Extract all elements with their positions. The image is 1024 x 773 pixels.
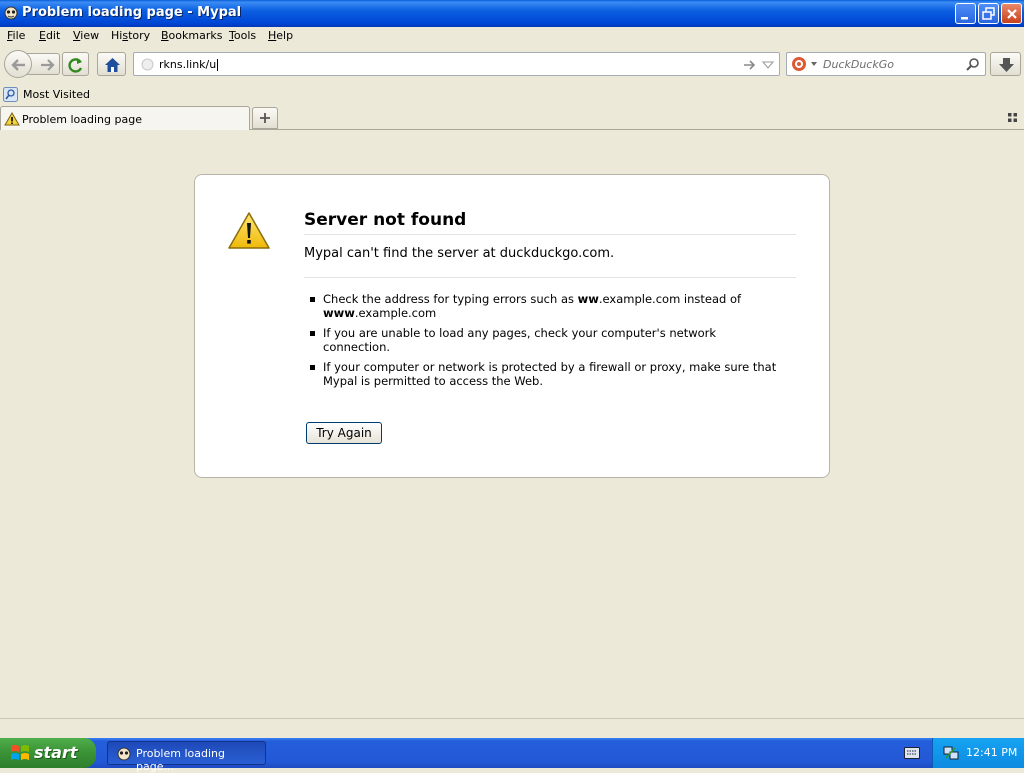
menu-history[interactable]: History xyxy=(111,29,150,42)
download-arrow-icon xyxy=(999,58,1014,72)
error-title: Server not found xyxy=(304,210,796,235)
site-identity-icon xyxy=(141,58,154,71)
url-text: rkns.link/u xyxy=(159,58,219,71)
mypal-app-icon xyxy=(117,747,131,761)
list-item: If your computer or network is protected… xyxy=(308,360,778,388)
search-placeholder: DuckDuckGo xyxy=(823,58,894,71)
reload-button[interactable] xyxy=(62,52,89,76)
plus-icon xyxy=(260,113,270,123)
reload-icon xyxy=(68,58,83,73)
url-dropdown-icon[interactable] xyxy=(762,60,774,70)
menu-bookmarks[interactable]: Bookmarks xyxy=(161,29,222,42)
tab-groups-icon[interactable] xyxy=(1008,113,1018,123)
mypal-app-icon xyxy=(4,6,18,20)
try-again-button[interactable]: Try Again xyxy=(306,422,382,444)
downloads-button[interactable] xyxy=(990,52,1021,76)
home-icon xyxy=(105,58,120,72)
error-panel: Server not found Mypal can't find the se… xyxy=(194,174,830,478)
search-engine-icon[interactable] xyxy=(791,56,821,72)
menu-help[interactable]: Help xyxy=(268,29,293,42)
bookmarks-toolbar: Most Visited xyxy=(0,85,1024,105)
go-arrow-icon[interactable] xyxy=(742,58,756,72)
back-arrow-icon xyxy=(11,59,25,71)
window-titlebar[interactable]: Problem loading page - Mypal xyxy=(0,0,1024,27)
list-item: Check the address for typing errors such… xyxy=(308,292,778,320)
search-icon[interactable] xyxy=(965,57,980,72)
taskbar-window-label: Problem loading page... xyxy=(136,747,225,773)
address-bar[interactable]: rkns.link/u xyxy=(133,52,780,76)
tab-strip: Problem loading page xyxy=(0,105,1024,130)
most-visited-icon xyxy=(3,87,18,102)
close-icon xyxy=(1007,9,1017,19)
menu-tools[interactable]: Tools xyxy=(229,29,256,42)
search-bar[interactable]: DuckDuckGo xyxy=(786,52,986,76)
error-description: Mypal can't find the server at duckduckg… xyxy=(304,246,615,261)
back-button[interactable] xyxy=(4,50,32,78)
close-button[interactable] xyxy=(1001,3,1022,24)
network-icon[interactable] xyxy=(943,745,959,761)
menu-file[interactable]: File xyxy=(7,29,25,42)
home-button[interactable] xyxy=(97,52,126,76)
status-bar xyxy=(0,718,1024,739)
most-visited-bookmark[interactable]: Most Visited xyxy=(23,88,90,101)
start-label: start xyxy=(34,743,78,762)
minimize-button[interactable] xyxy=(955,3,976,24)
text-caret xyxy=(217,59,219,71)
warning-icon xyxy=(4,112,20,126)
restore-button[interactable] xyxy=(978,3,999,24)
error-tips-list: Check the address for typing errors such… xyxy=(308,292,778,394)
menu-edit[interactable]: Edit xyxy=(39,29,60,42)
back-forward-group xyxy=(4,50,60,78)
menu-bar: File Edit View History Bookmarks Tools H… xyxy=(0,27,1024,45)
warning-icon xyxy=(228,212,270,249)
menu-view[interactable]: View xyxy=(73,29,99,42)
minimize-icon xyxy=(961,17,968,20)
divider xyxy=(304,277,796,278)
restore-icon xyxy=(982,7,995,20)
tab-label: Problem loading page xyxy=(22,113,142,126)
taskbar: start Problem loading page... 12:41 PM xyxy=(0,738,1024,773)
page-content: Server not found Mypal can't find the se… xyxy=(0,130,1024,718)
list-item: If you are unable to load any pages, che… xyxy=(308,326,778,354)
windows-logo-icon xyxy=(11,745,29,760)
taskbar-window-button[interactable]: Problem loading page... xyxy=(107,741,266,773)
keyboard-icon[interactable] xyxy=(904,747,920,759)
clock[interactable]: 12:41 PM xyxy=(966,746,1017,759)
window-title: Problem loading page - Mypal xyxy=(22,5,242,20)
system-tray: 12:41 PM xyxy=(932,738,1024,768)
tab-problem-loading[interactable]: Problem loading page xyxy=(0,106,250,130)
new-tab-button[interactable] xyxy=(252,107,278,129)
start-button[interactable]: start xyxy=(0,738,96,768)
